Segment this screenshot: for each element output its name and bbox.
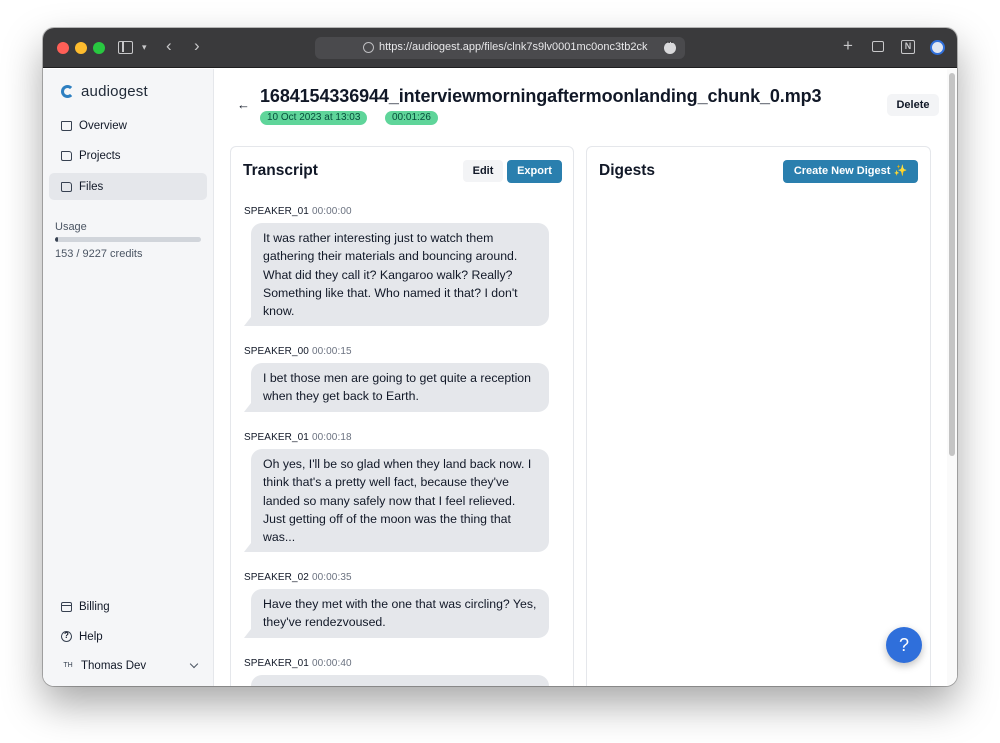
- date-badge: 10 Oct 2023 at 13:03: [260, 111, 368, 125]
- usage-progress-fill: [55, 237, 58, 242]
- brand-name: audiogest: [81, 83, 148, 100]
- sidebar-item-projects[interactable]: Projects: [49, 142, 207, 169]
- message-bubble: Have they met with the one that was circ…: [244, 589, 549, 638]
- message-timestamp: 00:00:18: [311, 432, 352, 443]
- export-button[interactable]: Export: [507, 160, 562, 183]
- sidebar-item-help[interactable]: ? Help: [49, 623, 207, 650]
- notion-extension-icon[interactable]: N: [901, 40, 915, 54]
- message-timestamp: 00:00:35: [311, 572, 352, 583]
- page-title: 1684154336944_interviewmorningaftermoonl…: [260, 86, 822, 106]
- transcript-message: SPEAKER_02 00:00:35 Have they met with th…: [244, 572, 554, 638]
- tab-overview-icon[interactable]: [872, 41, 884, 52]
- message-bubble: Oh yes, I'll be so glad when they land b…: [244, 449, 549, 553]
- delete-button[interactable]: Delete: [887, 94, 939, 116]
- transcript-message: SPEAKER_00 00:00:15 I bet those men are g…: [244, 346, 554, 412]
- speaker-label: SPEAKER_00: [244, 346, 309, 357]
- chevron-down-icon: [189, 659, 199, 669]
- globe-icon: [363, 42, 374, 53]
- address-bar[interactable]: https://audiogest.app/files/clnk7s9lv000…: [315, 37, 685, 59]
- profile-extension-icon[interactable]: [930, 40, 945, 55]
- credit-card-icon: [61, 601, 72, 612]
- message-bubble: It was rather interesting just to watch …: [244, 223, 549, 327]
- home-icon: [61, 120, 72, 131]
- sidebar-item-label: Files: [79, 180, 104, 193]
- zoom-window-button[interactable]: [93, 42, 105, 54]
- transcript-title: Transcript: [243, 162, 318, 179]
- help-chat-button[interactable]: ?: [886, 627, 922, 663]
- new-tab-icon[interactable]: +: [843, 37, 853, 54]
- message-timestamp: 00:00:00: [311, 206, 352, 217]
- help-circle-icon: ?: [61, 631, 72, 642]
- back-arrow-icon[interactable]: ←: [237, 97, 250, 112]
- sidebar-item-label: Projects: [79, 149, 121, 162]
- audiogest-logo-icon: [61, 85, 74, 98]
- folder-icon: [61, 150, 72, 161]
- duration-badge: 00:01:26: [385, 111, 438, 125]
- transcript-panel: Transcript Edit Export SPEAKER_01 00:00:0…: [230, 146, 574, 686]
- create-digest-button[interactable]: Create New Digest ✨: [783, 160, 918, 183]
- sidebar-item-files[interactable]: Files: [49, 173, 207, 200]
- page-scrollbar-thumb[interactable]: [949, 73, 955, 456]
- message-timestamp: 00:00:15: [311, 346, 352, 357]
- sidebar-toggle-icon[interactable]: [118, 41, 133, 54]
- user-menu[interactable]: TH Thomas Dev: [49, 654, 207, 678]
- speaker-label: SPEAKER_02: [244, 572, 309, 583]
- speaker-label: SPEAKER_01: [244, 206, 309, 217]
- message-bubble: I bet those men are going to get quite a…: [244, 363, 549, 412]
- sidebar: audiogest Overview Projects Files Usage …: [43, 69, 214, 686]
- message-header: SPEAKER_01 00:00:40: [244, 658, 554, 669]
- usage-credits-text: 153 / 9227 credits: [55, 248, 143, 260]
- close-window-button[interactable]: [57, 42, 69, 54]
- message-header: SPEAKER_01 00:00:18: [244, 432, 554, 443]
- forward-nav-icon[interactable]: ›: [194, 37, 200, 54]
- message-bubble: [251, 675, 549, 686]
- message-timestamp: 00:00:40: [311, 658, 352, 669]
- digests-title: Digests: [599, 162, 655, 179]
- transcript-message: SPEAKER_01 00:00:00 It was rather interes…: [244, 206, 554, 327]
- transcript-message: SPEAKER_01 00:00:18 Oh yes, I'll be so gl…: [244, 432, 554, 553]
- speaker-label: SPEAKER_01: [244, 658, 309, 669]
- url-text: https://audiogest.app/files/clnk7s9lv000…: [379, 41, 648, 53]
- browser-window: ▾ ‹ › https://audiogest.app/files/clnk7s…: [43, 28, 957, 686]
- user-name: Thomas Dev: [81, 660, 147, 672]
- message-header: SPEAKER_01 00:00:00: [244, 206, 554, 217]
- minimize-window-button[interactable]: [75, 42, 87, 54]
- folder-icon: [61, 181, 72, 192]
- speaker-label: SPEAKER_01: [244, 432, 309, 443]
- sidebar-item-label: Billing: [79, 600, 110, 613]
- message-header: SPEAKER_00 00:00:15: [244, 346, 554, 357]
- transcript-message: SPEAKER_01 00:00:40: [244, 658, 554, 686]
- digests-panel: Digests Create New Digest ✨: [586, 146, 931, 686]
- message-header: SPEAKER_02 00:00:35: [244, 572, 554, 583]
- sidebar-item-overview[interactable]: Overview: [49, 112, 207, 139]
- sidebar-item-label: Overview: [79, 119, 127, 132]
- back-nav-icon[interactable]: ‹: [166, 37, 172, 54]
- chevron-down-icon[interactable]: ▾: [142, 40, 147, 54]
- browser-titlebar: ▾ ‹ › https://audiogest.app/files/clnk7s…: [43, 28, 957, 68]
- app-area: audiogest Overview Projects Files Usage …: [43, 69, 957, 686]
- more-options-icon[interactable]: [664, 37, 676, 54]
- usage-label: Usage: [55, 221, 87, 233]
- usage-progress-bar: [55, 237, 201, 242]
- brand-logo[interactable]: audiogest: [61, 83, 148, 100]
- avatar: TH: [63, 662, 73, 669]
- edit-button[interactable]: Edit: [463, 160, 503, 182]
- sidebar-item-billing[interactable]: Billing: [49, 593, 207, 620]
- sidebar-item-label: Help: [79, 630, 103, 643]
